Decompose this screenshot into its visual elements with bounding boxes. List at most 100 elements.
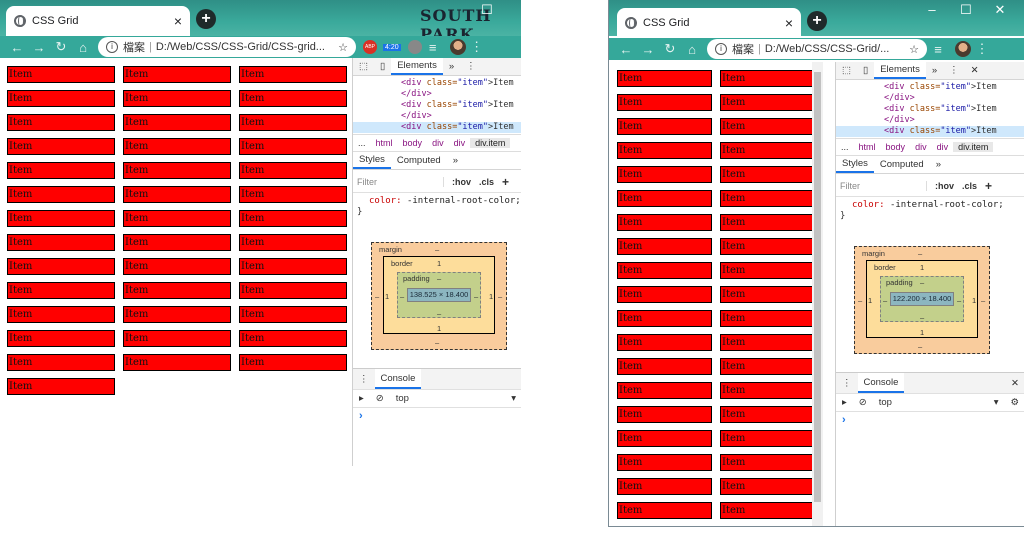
tab-computed[interactable]: Computed	[874, 156, 930, 173]
more-style-tabs-icon[interactable]: »	[930, 156, 947, 173]
console-prompt[interactable]: ›	[842, 414, 846, 426]
add-rule-button[interactable]: +	[502, 175, 509, 189]
adblock-icon[interactable]: ABP	[363, 40, 377, 54]
drawer-menu-icon[interactable]: ⋮	[836, 373, 858, 393]
breadcrumb-item[interactable]: div	[449, 138, 471, 148]
devtools-close-icon[interactable]: ✕	[965, 62, 985, 79]
back-icon[interactable]: ←	[615, 42, 637, 57]
more-tabs-icon[interactable]: »	[443, 58, 460, 75]
devtools-menu-icon[interactable]: ⋮	[943, 62, 965, 79]
clear-console-icon[interactable]: ⊘	[853, 393, 873, 411]
record-extension-icon[interactable]	[407, 40, 422, 54]
devtools-menu-icon[interactable]: ⋮	[460, 58, 482, 75]
back-icon[interactable]: ←	[6, 40, 28, 55]
breadcrumb-item[interactable]: body	[398, 138, 428, 148]
grid-item: Item	[239, 162, 347, 179]
tab-computed[interactable]: Computed	[391, 152, 447, 169]
breadcrumb-item[interactable]: div.item	[953, 142, 994, 152]
more-tabs-icon[interactable]: »	[926, 62, 943, 79]
sidebar-toggle-icon[interactable]: ▸	[836, 393, 853, 411]
avatar[interactable]	[955, 41, 971, 57]
dom-line[interactable]: </div>	[836, 115, 1024, 126]
tab-console[interactable]: Console	[374, 369, 422, 389]
breadcrumb-item[interactable]: html	[371, 138, 398, 148]
more-style-tabs-icon[interactable]: »	[447, 152, 464, 169]
dom-line[interactable]: <div class="item">Item	[836, 126, 1024, 137]
grid-item: Item	[617, 118, 712, 135]
forward-icon[interactable]: →	[637, 42, 659, 57]
tab-elements[interactable]: Elements	[874, 62, 926, 79]
minimize-icon[interactable]: –	[915, 0, 949, 22]
hov-button[interactable]: :hov	[935, 181, 954, 191]
tab-console[interactable]: Console	[857, 373, 905, 393]
dom-line[interactable]: <div class="item">Item	[353, 100, 521, 111]
add-rule-button[interactable]: +	[985, 179, 992, 193]
reading-list-icon[interactable]: ≡	[927, 42, 949, 57]
context-select[interactable]: top	[390, 389, 415, 407]
star-icon[interactable]: ☆	[338, 41, 348, 54]
dom-line[interactable]: <div class="item">Item	[353, 78, 521, 89]
context-dropdown-icon[interactable]: ▾	[988, 393, 1005, 411]
address-bar[interactable]: i 檔案 | D:/Web/CSS/CSS-Grid/CSS-grid... ☆	[98, 37, 356, 57]
grid-item: Item	[123, 138, 231, 155]
menu-icon[interactable]: ⋮	[466, 39, 488, 55]
console-settings-icon[interactable]: ⚙	[1004, 393, 1024, 411]
info-icon[interactable]: i	[715, 43, 727, 55]
tab-elements[interactable]: Elements	[391, 58, 443, 75]
home-icon[interactable]: ⌂	[72, 40, 94, 55]
cls-button[interactable]: .cls	[479, 177, 494, 187]
dom-line[interactable]: </div>	[353, 111, 521, 122]
dom-line[interactable]: <div class="item">Item	[836, 82, 1024, 93]
reload-icon[interactable]: ↻	[50, 39, 72, 55]
maximize-icon[interactable]: ☐	[470, 0, 504, 22]
device-toggle-icon[interactable]: ▯	[857, 62, 874, 79]
address-bar[interactable]: i 檔案 | D:/Web/CSS/CSS-Grid/... ☆	[707, 39, 927, 59]
window-close-icon[interactable]: ✕	[983, 0, 1017, 22]
menu-icon[interactable]: ⋮	[971, 41, 993, 57]
clear-console-icon[interactable]: ⊘	[370, 389, 390, 407]
new-tab-button[interactable]: +	[807, 11, 827, 31]
hov-button[interactable]: :hov	[452, 177, 471, 187]
maximize-icon[interactable]: ☐	[949, 0, 983, 22]
drawer-menu-icon[interactable]: ⋮	[353, 369, 375, 389]
avatar[interactable]	[449, 39, 466, 55]
dom-attr: class=	[904, 104, 941, 114]
dom-line[interactable]: <div class="item">Item	[353, 122, 521, 133]
inspect-icon[interactable]: ⬚	[353, 58, 374, 75]
breadcrumb-item[interactable]: div.item	[470, 138, 511, 148]
breadcrumb-item[interactable]: html	[854, 142, 881, 152]
tab-styles[interactable]: Styles	[353, 152, 391, 169]
new-tab-button[interactable]: +	[196, 9, 216, 29]
reading-list-icon[interactable]: ≡	[422, 40, 444, 55]
filter-input[interactable]: Filter	[357, 177, 444, 187]
browser-tab[interactable]: CSS Grid ×	[6, 6, 190, 36]
page-scrollbar[interactable]	[812, 62, 823, 526]
home-icon[interactable]: ⌂	[681, 42, 703, 57]
console-close-icon[interactable]: ✕	[1005, 373, 1024, 393]
console-prompt[interactable]: ›	[359, 410, 363, 422]
close-icon[interactable]: ×	[174, 13, 182, 29]
context-select[interactable]: top	[873, 393, 898, 411]
filter-input[interactable]: Filter	[840, 181, 927, 191]
breadcrumb-item[interactable]: body	[881, 142, 911, 152]
device-toggle-icon[interactable]: ▯	[374, 58, 391, 75]
timer-extension-icon[interactable]: 4:20	[383, 43, 401, 51]
page-scrollbar-thumb[interactable]	[814, 72, 821, 502]
forward-icon[interactable]: →	[28, 40, 50, 55]
close-icon[interactable]: ×	[785, 15, 793, 31]
browser-tab[interactable]: CSS Grid ×	[617, 8, 801, 38]
reload-icon[interactable]: ↻	[659, 41, 681, 57]
cls-button[interactable]: .cls	[962, 181, 977, 191]
sidebar-toggle-icon[interactable]: ▸	[353, 389, 370, 407]
dom-line[interactable]: </div>	[836, 93, 1024, 104]
info-icon[interactable]: i	[106, 41, 118, 53]
star-icon[interactable]: ☆	[909, 43, 919, 56]
breadcrumb-item[interactable]: div	[910, 142, 932, 152]
breadcrumb-item[interactable]: div	[427, 138, 449, 148]
tab-styles[interactable]: Styles	[836, 156, 874, 173]
inspect-icon[interactable]: ⬚	[836, 62, 857, 79]
breadcrumb-item[interactable]: div	[932, 142, 954, 152]
dom-line[interactable]: </div>	[353, 89, 521, 100]
context-dropdown-icon[interactable]: ▾	[505, 389, 521, 407]
dom-line[interactable]: <div class="item">Item	[836, 104, 1024, 115]
